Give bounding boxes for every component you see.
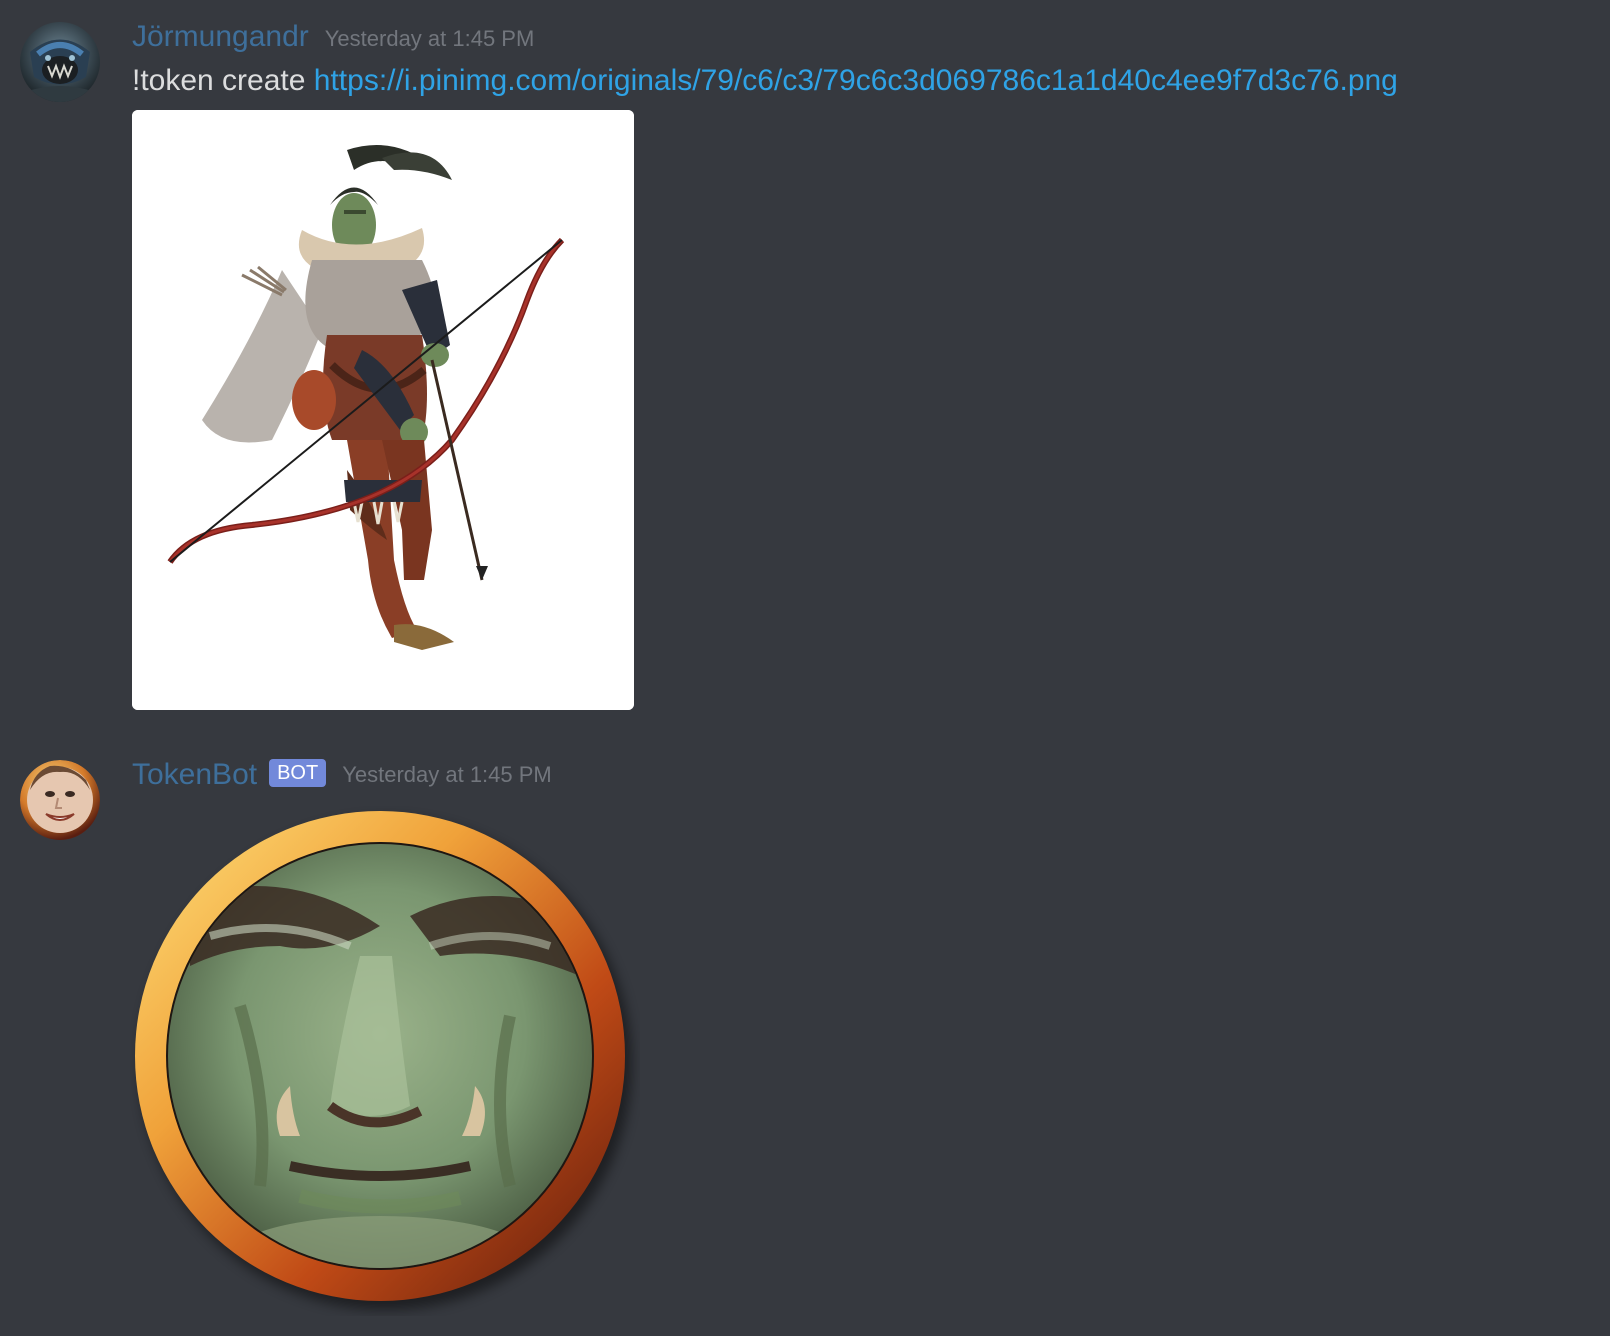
timestamp[interactable]: Yesterday at 1:45 PM <box>342 762 552 788</box>
username[interactable]: Jörmungandr <box>132 20 309 54</box>
message-jormungandr: Jörmungandr Yesterday at 1:45 PM !token … <box>0 0 1610 730</box>
user-avatar[interactable] <box>20 22 100 102</box>
smiling-face-avatar-icon <box>20 760 100 840</box>
orc-face-token-image <box>135 811 632 1310</box>
image-link[interactable]: https://i.pinimg.com/originals/79/c6/c3/… <box>314 64 1398 97</box>
image-attachment[interactable] <box>132 110 634 710</box>
token-image-attachment[interactable] <box>130 806 640 1316</box>
timestamp[interactable]: Yesterday at 1:45 PM <box>325 26 535 52</box>
bot-badge: BOT <box>269 759 327 787</box>
message-tokenbot: TokenBot BOT Yesterday at 1:45 PM <box>0 740 1610 1336</box>
dark-creature-avatar-icon <box>20 22 100 102</box>
message-header: Jörmungandr Yesterday at 1:45 PM <box>132 20 534 54</box>
message-content: !token create https://i.pinimg.com/origi… <box>132 64 1398 98</box>
bot-avatar[interactable] <box>20 760 100 840</box>
orc-archer-with-bow-image <box>132 110 634 710</box>
command-text: !token create <box>132 64 314 97</box>
username[interactable]: TokenBot <box>132 758 257 792</box>
chat-message-list: Jörmungandr Yesterday at 1:45 PM !token … <box>0 0 1610 1336</box>
message-header: TokenBot BOT Yesterday at 1:45 PM <box>132 758 552 792</box>
